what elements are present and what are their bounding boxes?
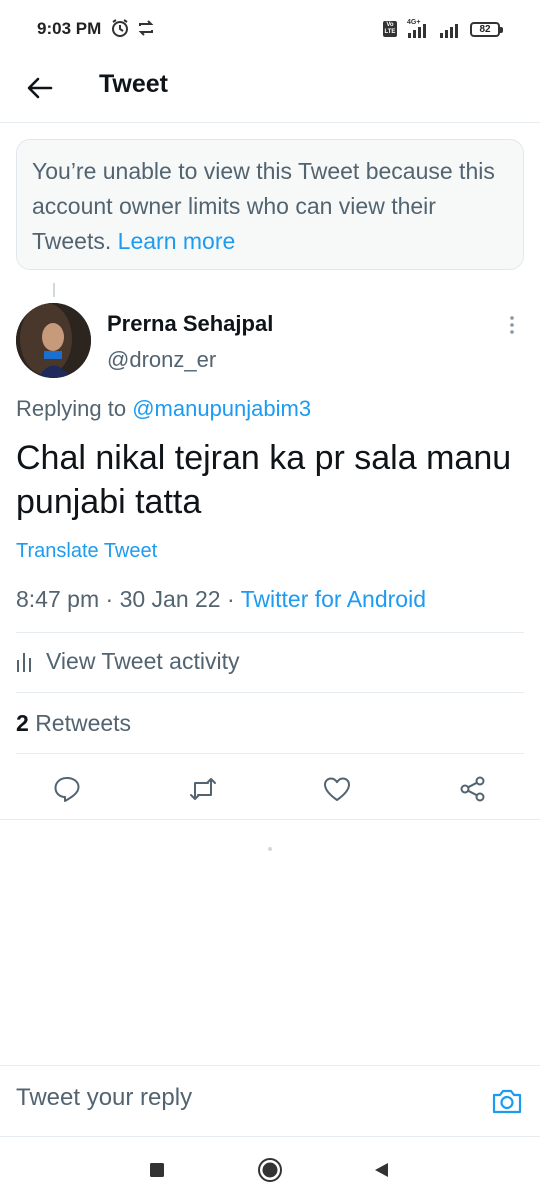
analytics-icon (17, 652, 31, 672)
retweets-count: 2 (16, 710, 29, 736)
retweet-button[interactable] (188, 774, 218, 804)
retweets-label: Retweets (35, 710, 132, 736)
reply-button[interactable] (52, 774, 82, 804)
learn-more-link[interactable]: Learn more (118, 228, 236, 254)
divider (16, 632, 524, 633)
heart-icon (324, 777, 350, 801)
alarm-icon (110, 18, 130, 43)
share-icon (460, 776, 485, 802)
tweet-meta: 8:47 pm · 30 Jan 22 · Twitter for Androi… (16, 586, 426, 613)
tweet-text: Chal nikal tejran ka pr sala manu punjab… (16, 439, 512, 521)
reply-icon (54, 777, 80, 802)
status-bar: 9:03 PM Vo LTE 4G+ 82 (0, 0, 540, 60)
sync-icon (136, 18, 156, 43)
tweet-source-link[interactable]: Twitter for Android (241, 586, 426, 612)
notice-text: You’re unable to view this Tweet because… (32, 158, 495, 254)
view-tweet-activity-button[interactable]: View Tweet activity (16, 648, 239, 675)
reply-bar (0, 1065, 540, 1137)
square-icon (150, 1163, 164, 1177)
author-name[interactable]: Prerna Sehajpal (107, 311, 273, 337)
page-title: Tweet (99, 70, 168, 98)
author-handle[interactable]: @dronz_er (107, 347, 216, 373)
signal-icon-2 (438, 23, 464, 43)
battery-icon: 82 (470, 22, 503, 37)
arrow-left-icon (27, 77, 53, 99)
signal-icon (406, 23, 432, 43)
system-nav-bar (0, 1138, 540, 1200)
meta-separator-2: · (220, 586, 241, 612)
back-nav-button[interactable] (366, 1155, 396, 1185)
tweet-actions (0, 766, 540, 812)
retweets-stat[interactable]: 2 Retweets (16, 710, 131, 737)
camera-button[interactable] (490, 1084, 524, 1118)
thread-line (53, 283, 55, 297)
tweet-time[interactable]: 8:47 pm (16, 586, 99, 612)
home-circle-icon (258, 1158, 282, 1182)
retweet-icon (190, 778, 216, 800)
reply-input[interactable] (16, 1084, 456, 1112)
more-vertical-icon (510, 316, 514, 334)
camera-icon (492, 1089, 522, 1114)
activity-label: View Tweet activity (46, 648, 240, 674)
divider (16, 753, 524, 754)
header: Tweet (0, 60, 540, 123)
divider (0, 819, 540, 820)
divider (16, 692, 524, 693)
restricted-notice: You’re unable to view this Tweet because… (16, 139, 524, 270)
volte-icon: Vo LTE (383, 21, 397, 37)
share-button[interactable] (458, 774, 488, 804)
translate-tweet-link[interactable]: Translate Tweet (16, 540, 157, 563)
avatar[interactable] (16, 303, 91, 378)
replying-mention-link[interactable]: @manupunjabim3 (132, 396, 311, 421)
more-options-button[interactable] (500, 313, 524, 337)
replying-to: Replying to @manupunjabim3 (16, 396, 311, 422)
home-button[interactable] (255, 1155, 285, 1185)
replying-prefix: Replying to (16, 396, 127, 421)
tweet-date[interactable]: 30 Jan 22 (120, 586, 221, 612)
loading-indicator (268, 847, 272, 851)
triangle-back-icon (375, 1163, 388, 1177)
meta-separator: · (99, 586, 120, 612)
recents-button[interactable] (142, 1155, 172, 1185)
back-button[interactable] (22, 70, 58, 106)
status-time: 9:03 PM (37, 19, 102, 38)
like-button[interactable] (322, 774, 352, 804)
